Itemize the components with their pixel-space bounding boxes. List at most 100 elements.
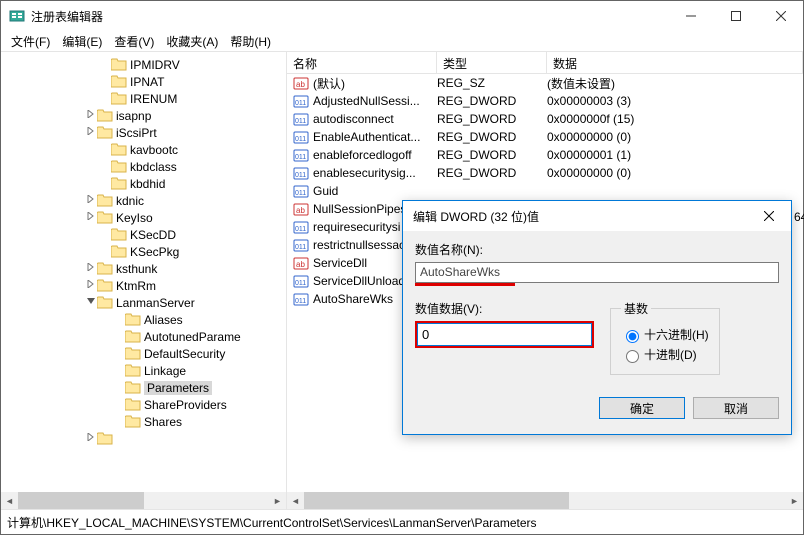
tree-item[interactable]: ksthunk: [1, 260, 286, 277]
list-row[interactable]: ab(默认)REG_SZ(数值未设置): [287, 74, 803, 92]
tree-item[interactable]: [1, 430, 286, 447]
tree-item-label: IPMIDRV: [130, 58, 180, 72]
folder-icon: [97, 296, 113, 310]
folder-icon: [97, 211, 113, 225]
highlight-underline-icon: [415, 283, 515, 286]
tree-item-label: LanmanServer: [116, 296, 195, 310]
menu-edit[interactable]: 编辑(E): [56, 31, 108, 52]
svg-text:011: 011: [295, 190, 306, 197]
reg-dword-icon: 011: [293, 291, 309, 307]
menu-file[interactable]: 文件(F): [5, 31, 56, 52]
tree-twisty-icon[interactable]: [85, 212, 97, 223]
tree-item[interactable]: AutotunedParame: [1, 328, 286, 345]
tree-item[interactable]: IRENUM: [1, 90, 286, 107]
tree-twisty-icon[interactable]: [85, 110, 97, 121]
tree-hscrollbar[interactable]: ◄ ►: [1, 492, 286, 509]
tree-item-label: KeyIso: [116, 211, 153, 225]
radio-hex[interactable]: 十六进制(H): [621, 326, 709, 343]
edit-dword-dialog: 编辑 DWORD (32 位)值 数值名称(N): AutoShareWks 数…: [402, 200, 792, 435]
ok-button[interactable]: 确定: [599, 397, 685, 419]
tree-twisty-icon[interactable]: [85, 263, 97, 274]
scroll-right-icon[interactable]: ►: [269, 492, 286, 509]
scroll-left-icon[interactable]: ◄: [1, 492, 18, 509]
list-hscrollbar[interactable]: ◄ ►: [287, 492, 803, 509]
value-type: REG_DWORD: [437, 112, 547, 126]
tree-item[interactable]: LanmanServer: [1, 294, 286, 311]
tree-item[interactable]: kdnic: [1, 192, 286, 209]
radio-dec-input[interactable]: [626, 350, 639, 363]
tree-item[interactable]: Parameters: [1, 379, 286, 396]
list-row[interactable]: 011Guid: [287, 182, 803, 200]
folder-icon: [111, 228, 127, 242]
maximize-button[interactable]: [713, 1, 758, 31]
base-group: 基数 十六进制(H) 十进制(D): [610, 300, 720, 375]
tree-item-label: IRENUM: [130, 92, 177, 106]
tree-item[interactable]: KSecPkg: [1, 243, 286, 260]
scroll-left-icon[interactable]: ◄: [287, 492, 304, 509]
cancel-button[interactable]: 取消: [693, 397, 779, 419]
tree-item[interactable]: Aliases: [1, 311, 286, 328]
radio-hex-input[interactable]: [626, 330, 639, 343]
tree-twisty-icon[interactable]: [85, 297, 97, 308]
list-row[interactable]: 011EnableAuthenticat...REG_DWORD0x000000…: [287, 128, 803, 146]
menu-view[interactable]: 查看(V): [108, 31, 160, 52]
tree-item[interactable]: KtmRm: [1, 277, 286, 294]
tree-item[interactable]: IPMIDRV: [1, 56, 286, 73]
folder-icon: [125, 313, 141, 327]
tree-item[interactable]: DefaultSecurity: [1, 345, 286, 362]
reg-dword-icon: 011: [293, 147, 309, 163]
list-row[interactable]: 011AdjustedNullSessi...REG_DWORD0x000000…: [287, 92, 803, 110]
tree-item-label: iScsiPrt: [116, 126, 157, 140]
folder-icon: [97, 194, 113, 208]
tree-twisty-icon[interactable]: [85, 195, 97, 206]
list-row[interactable]: 011enableforcedlogoffREG_DWORD0x00000001…: [287, 146, 803, 164]
tree-item-label: KtmRm: [116, 279, 156, 293]
tree-item-label: Shares: [144, 415, 182, 429]
list-row[interactable]: 011autodisconnectREG_DWORD0x0000000f (15…: [287, 110, 803, 128]
window-title: 注册表编辑器: [31, 8, 668, 25]
tree-item[interactable]: kavbootc: [1, 141, 286, 158]
folder-icon: [111, 245, 127, 259]
folder-icon: [97, 109, 113, 123]
tree-twisty-icon[interactable]: [85, 127, 97, 138]
folder-icon: [97, 279, 113, 293]
tree-item-label: kbdclass: [130, 160, 177, 174]
tree-item[interactable]: ShareProviders: [1, 396, 286, 413]
value-data: 0x00000001 (1): [547, 148, 803, 162]
clipped-text: 64: [794, 210, 804, 224]
col-data[interactable]: 数据: [547, 52, 803, 73]
svg-text:011: 011: [295, 136, 306, 143]
svg-text:011: 011: [295, 154, 306, 161]
tree-item-label: kbdhid: [130, 177, 165, 191]
reg-sz-icon: ab: [293, 75, 309, 91]
value-data-input[interactable]: [417, 323, 592, 346]
menu-help[interactable]: 帮助(H): [224, 31, 277, 52]
folder-icon: [111, 58, 127, 72]
tree-item[interactable]: Shares: [1, 413, 286, 430]
col-type[interactable]: 类型: [437, 52, 547, 73]
tree-item[interactable]: kbdclass: [1, 158, 286, 175]
tree-twisty-icon[interactable]: [85, 280, 97, 291]
close-button[interactable]: [758, 1, 803, 31]
dialog-close-button[interactable]: [749, 201, 789, 231]
tree-item[interactable]: iScsiPrt: [1, 124, 286, 141]
tree-item[interactable]: kbdhid: [1, 175, 286, 192]
tree-body[interactable]: IPMIDRVIPNAT IRENUMisapnp iScsiPrtkavbootc…: [1, 52, 286, 492]
menu-favorites[interactable]: 收藏夹(A): [160, 31, 224, 52]
tree-item[interactable]: IPNAT: [1, 73, 286, 90]
regedit-icon: [9, 8, 25, 24]
minimize-button[interactable]: [668, 1, 713, 31]
reg-dword-icon: 011: [293, 237, 309, 253]
dialog-titlebar[interactable]: 编辑 DWORD (32 位)值: [403, 201, 791, 231]
scroll-right-icon[interactable]: ►: [786, 492, 803, 509]
col-name[interactable]: 名称: [287, 52, 437, 73]
radio-dec[interactable]: 十进制(D): [621, 346, 709, 363]
svg-text:011: 011: [295, 244, 306, 251]
tree-item[interactable]: isapnp: [1, 107, 286, 124]
list-row[interactable]: 011enablesecuritysig...REG_DWORD0x000000…: [287, 164, 803, 182]
tree-item[interactable]: KSecDD: [1, 226, 286, 243]
tree-item-label: Parameters: [144, 381, 212, 395]
tree-twisty-icon[interactable]: [85, 433, 97, 444]
tree-item[interactable]: Linkage: [1, 362, 286, 379]
tree-item[interactable]: KeyIso: [1, 209, 286, 226]
